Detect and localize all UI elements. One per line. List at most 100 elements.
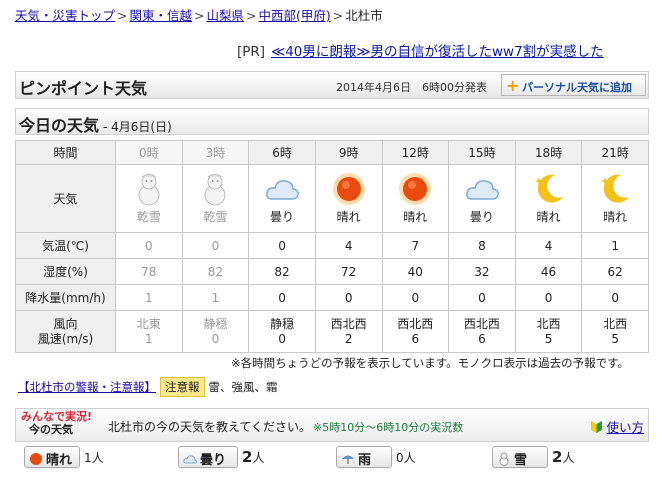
row-label-rain: 降水量(mm/h): [15, 284, 116, 311]
vote-snow-button[interactable]: 雪: [492, 446, 548, 468]
wind-cell: 静穏 0: [248, 310, 316, 353]
weather-text: 曇り: [270, 210, 295, 224]
wind-direction: 北東: [136, 316, 161, 331]
rain-cell: 0: [514, 284, 583, 311]
wind-speed: 0: [278, 331, 286, 346]
wind-cell: 西北西 2: [314, 310, 383, 353]
breadcrumb-link-top[interactable]: 天気・災害トップ: [15, 8, 115, 23]
today-title-text: 今日の天気: [19, 116, 100, 135]
wind-cell: 西北西 6: [448, 310, 516, 353]
breadcrumb-link-area[interactable]: 中西部(甲府): [259, 8, 331, 23]
time-cell: 0時: [115, 140, 183, 165]
breadcrumb-current: 北杜市: [345, 8, 383, 23]
weather-text: 曇り: [469, 210, 494, 224]
vote-cloudy-count-value: 2: [242, 448, 253, 466]
humidity-cell: 72: [314, 258, 383, 285]
add-personal-weather-button[interactable]: + パーソナル天気に追加: [501, 74, 646, 96]
rain-cell: 0: [581, 284, 649, 311]
humidity-cell: 82: [181, 258, 250, 285]
live-report-period: ※5時10分〜6時10分の実況数: [313, 421, 464, 434]
alerts-link[interactable]: 【北杜市の警報・注意報】: [18, 380, 156, 394]
wind-speed: 2: [344, 331, 353, 346]
breadcrumb-separator: >: [332, 8, 344, 23]
wind-speed: 6: [411, 331, 420, 346]
wind-direction: 西北西: [330, 316, 367, 331]
temp-cell: 4: [314, 232, 383, 259]
pr-tag: [PR]: [237, 44, 266, 60]
vote-unit: 人: [252, 451, 265, 465]
forecast-table: 時間 0時 3時 6時 9時 12時 15時 18時 21時 天気 乾雪 乾雪 …: [15, 140, 649, 353]
weather-cell: 曇り: [448, 164, 516, 233]
pinpoint-header: ピンポイント天気 2014年4月6日 6時00分発表 + パーソナル天気に追加: [15, 71, 649, 99]
row-label-wind-direction: 風向: [53, 316, 78, 331]
vote-rain-button[interactable]: 雨: [336, 446, 392, 468]
weather-cell: 晴れ: [314, 164, 383, 233]
breadcrumb-link-prefecture[interactable]: 山梨県: [207, 8, 245, 23]
rain-cell: 0: [381, 284, 450, 311]
weather-cell: 晴れ: [381, 164, 450, 233]
temp-cell: 4: [514, 232, 583, 259]
temp-cell: 1: [581, 232, 649, 259]
umbrella-icon: [342, 455, 354, 464]
vote-cloudy-count: 2人: [242, 448, 265, 466]
vote-rain: 雨 0人: [336, 446, 416, 470]
time-cell: 6時: [248, 140, 316, 165]
row-label-wind: 風向 風速(m/s): [15, 310, 116, 353]
wind-cell: 北東 1: [115, 310, 183, 353]
moon-icon: [601, 174, 630, 203]
row-label-humidity: 湿度(%): [15, 258, 116, 285]
live-report-question-text: 北杜市の今の天気を教えてください。: [108, 420, 312, 434]
humidity-cell: 62: [581, 258, 649, 285]
pr-ad-link[interactable]: ≪40男に朗報≫男の自信が復活したww7割が実感した: [271, 44, 604, 60]
wind-speed: 0: [211, 331, 220, 346]
humidity-cell: 40: [381, 258, 450, 285]
vote-snow-label: 雪: [514, 453, 528, 468]
humidity-cell: 78: [115, 258, 183, 285]
live-report-panel: みんなで実況! 今の天気 北杜市の今の天気を教えてください。 ※5時10分〜6時1…: [15, 408, 649, 442]
breadcrumb-link-region[interactable]: 関東・信越: [130, 8, 193, 23]
beginner-mark-icon: [591, 421, 603, 433]
wind-speed: 5: [611, 331, 619, 346]
pr-ad: [PR] ≪40男に朗報≫男の自信が復活したww7割が実感した: [237, 40, 604, 60]
wind-direction: 北西: [536, 316, 561, 331]
vote-sunny-button[interactable]: 晴れ: [24, 446, 80, 468]
forecast-row-temp: 気温(℃) 0 0 0 4 7 8 4 1: [15, 232, 649, 259]
time-cell: 21時: [581, 140, 649, 165]
vote-unit: 人: [562, 451, 575, 465]
time-cell: 3時: [181, 140, 250, 165]
vote-rain-count: 0人: [396, 451, 416, 465]
wind-cell: 静穏 0: [181, 310, 250, 353]
cloud-icon: [266, 180, 299, 200]
wind-speed: 6: [478, 331, 486, 346]
wind-cell: 西北西 6: [381, 310, 450, 353]
weather-cell: 晴れ: [514, 164, 583, 233]
published-time: 2014年4月6日 6時00分発表: [336, 81, 487, 94]
weather-cell: 晴れ: [581, 164, 649, 233]
vote-unit: 人: [403, 450, 416, 465]
breadcrumb-separator: >: [246, 8, 257, 23]
vote-snow-count-value: 2: [552, 448, 563, 466]
live-report-logo: みんなで実況! 今の天気: [21, 410, 92, 436]
howto-link[interactable]: 使い方: [606, 420, 644, 435]
add-personal-weather-label: パーソナル天気に追加: [522, 81, 632, 94]
forecast-row-weather: 天気 乾雪 乾雪 曇り 晴れ 晴れ 曇り 晴れ 晴れ: [15, 164, 649, 233]
today-title: 今日の天気 - 4月6日(日): [19, 112, 172, 136]
rain-cell: 1: [115, 284, 183, 311]
row-label-time: 時間: [15, 140, 116, 165]
weather-cell: 曇り: [248, 164, 316, 233]
live-report-logo-line1: みんなで実況!: [21, 410, 93, 423]
sun-icon: [399, 173, 432, 205]
advisory-badge: 注意報: [160, 377, 205, 397]
vote-cloudy: 曇り 2人: [178, 446, 264, 470]
wind-speed: 1: [144, 331, 153, 346]
vote-cloudy-button[interactable]: 曇り: [178, 446, 238, 468]
wind-direction: 北西: [603, 316, 628, 331]
time-cell: 18時: [514, 140, 583, 165]
forecast-note: ※各時間ちょうどの予報を表示しています。モノクロ表示は過去の予報です。: [231, 356, 629, 370]
rain-cell: 0: [448, 284, 516, 311]
sun-icon: [332, 173, 365, 205]
weather-text: 晴れ: [403, 210, 428, 224]
temp-cell: 0: [115, 232, 183, 259]
vote-unit: 人: [91, 450, 104, 465]
breadcrumb: 天気・災害トップ > 関東・信越 > 山梨県 > 中西部(甲府) > 北杜市: [15, 5, 383, 24]
